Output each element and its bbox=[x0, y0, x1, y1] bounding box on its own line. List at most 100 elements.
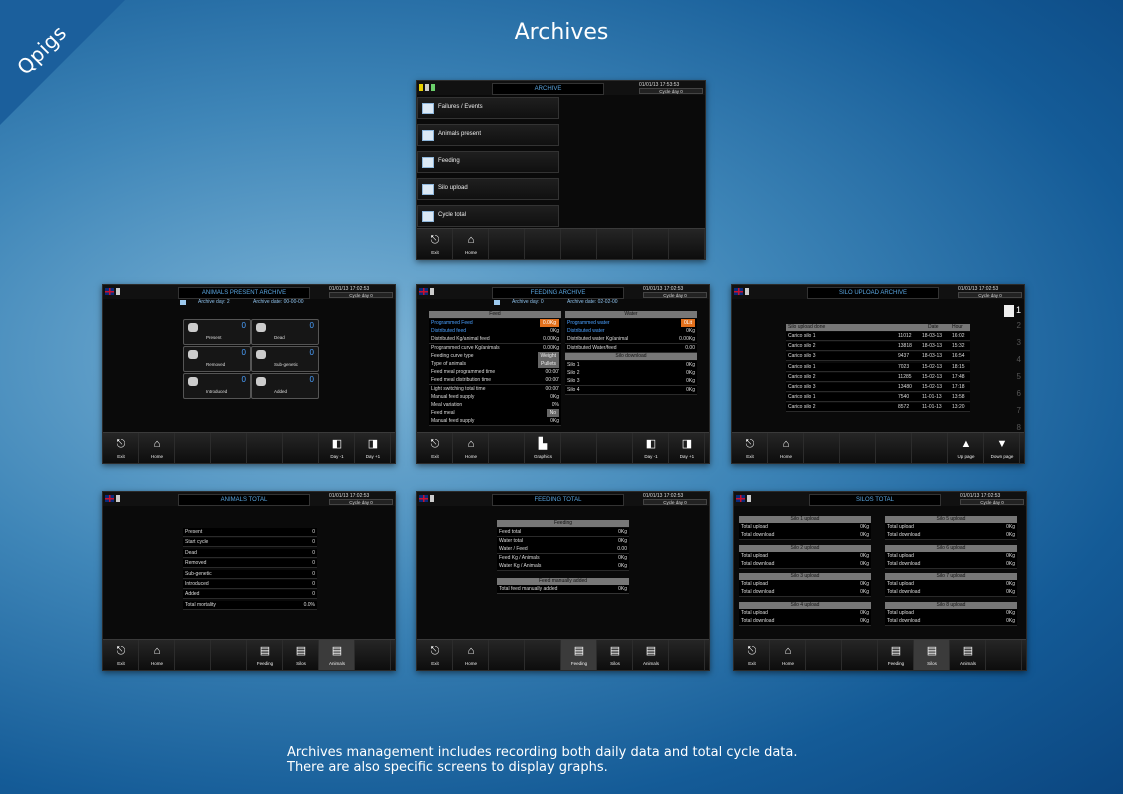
row-value: 0.00 bbox=[685, 344, 695, 351]
uk-flag-icon[interactable] bbox=[105, 495, 114, 502]
row-value: 0Kg bbox=[550, 418, 559, 425]
toolbar-slot bbox=[489, 433, 525, 463]
row-label: Water total bbox=[499, 537, 523, 544]
screen-title: ANIMALS PRESENT ARCHIVE bbox=[178, 287, 310, 299]
feeding-button[interactable]: ▤ Feeding bbox=[561, 640, 597, 670]
tile-label: Added bbox=[274, 389, 288, 394]
home-button[interactable]: ⌂ Home bbox=[768, 433, 804, 463]
animals-button[interactable]: ▤ Animals bbox=[319, 640, 355, 670]
animal-counter-tile: 0 Dead bbox=[251, 319, 319, 345]
toolbar-slot bbox=[840, 433, 876, 463]
row-label: Carico silo 1 bbox=[788, 363, 816, 370]
uk-flag-icon[interactable] bbox=[736, 495, 745, 502]
page-index: 3 bbox=[1016, 338, 1021, 347]
button-label: Up page bbox=[957, 454, 975, 459]
row-label: Silo 4 bbox=[567, 386, 580, 393]
upload-amount: 7023 bbox=[898, 363, 910, 370]
down-page-button[interactable]: ▼ Down page bbox=[984, 433, 1020, 463]
button-label: Silos bbox=[610, 661, 620, 666]
bottom-toolbar: ⎋ Exit ⌂ Home ▤ Feeding ▤ Silos ▤ Animals bbox=[734, 639, 1026, 670]
toolbar-slot bbox=[247, 433, 283, 463]
silos-total-screen: SILOS TOTAL 01/01/13 17:02:53 Cycle day … bbox=[733, 491, 1027, 671]
home-button[interactable]: ⌂ Home bbox=[139, 640, 175, 670]
row-label: Sub-genetic bbox=[185, 570, 212, 577]
row-label: Manual feed supply bbox=[431, 393, 475, 400]
row-label: Water Kg / Animals bbox=[499, 563, 542, 570]
silos-button[interactable]: ▤ Silos bbox=[283, 640, 319, 670]
row-value: 0Kg bbox=[860, 532, 869, 538]
exit-button[interactable]: ⎋ Exit bbox=[734, 640, 770, 670]
col-header: Silo upload done bbox=[788, 324, 826, 330]
silo-upload-row: Carico silo 1 11012 18-03-13 16:02 bbox=[786, 332, 970, 341]
exit-icon: ⎋ bbox=[116, 438, 126, 450]
row-label: Carico silo 3 bbox=[788, 353, 816, 360]
uk-flag-icon[interactable] bbox=[419, 495, 428, 502]
home-button[interactable]: ⌂ Home bbox=[139, 433, 175, 463]
button-label: Exit bbox=[431, 250, 439, 255]
row-value: 0Kg bbox=[618, 586, 627, 592]
home-button[interactable]: ⌂ Home bbox=[453, 229, 489, 259]
upload-hour: 13:58 bbox=[952, 394, 965, 401]
uk-flag-icon[interactable] bbox=[419, 288, 428, 295]
row-label: Distributed water Kg/animal bbox=[567, 336, 629, 343]
toolbar-slot bbox=[842, 640, 878, 670]
day-1-button[interactable]: ◧ Day -1 bbox=[633, 433, 669, 463]
row-label: Total download bbox=[887, 617, 921, 624]
upload-date: 18-03-13 bbox=[922, 333, 943, 339]
row-value: 0Kg bbox=[860, 524, 869, 530]
exit-button[interactable]: ⎋ Exit bbox=[732, 433, 768, 463]
toolbar-slot bbox=[597, 433, 633, 463]
home-button[interactable]: ⌂ Home bbox=[453, 433, 489, 463]
menu-item[interactable]: Silo upload bbox=[417, 178, 559, 200]
exit-button[interactable]: ⎋ Exit bbox=[417, 229, 453, 259]
row-value: 0Kg bbox=[618, 563, 627, 570]
silos-button[interactable]: ▤ Silos bbox=[914, 640, 950, 670]
silo-header: Silo 6 upload bbox=[885, 544, 1017, 552]
cycle-day: Cycle day 0 bbox=[643, 292, 707, 298]
animals-button[interactable]: ▤ Animals bbox=[633, 640, 669, 670]
row-value: No bbox=[546, 409, 559, 418]
row-label: Dead bbox=[185, 549, 197, 556]
menu-item[interactable]: Feeding bbox=[417, 151, 559, 173]
toolbar-slot bbox=[211, 433, 247, 463]
graphics-button[interactable]: ▙ Graphics bbox=[525, 433, 561, 463]
row-value: 0Kg bbox=[1006, 617, 1015, 624]
row-label: Distributed water bbox=[567, 328, 605, 335]
day-1-button[interactable]: ◧ Day -1 bbox=[319, 433, 355, 463]
row-label: Feed meal programmed time bbox=[431, 369, 496, 376]
exit-button[interactable]: ⎋ Exit bbox=[103, 640, 139, 670]
calendar-icon bbox=[180, 300, 186, 305]
datetime-box: 01/01/13 17:02:53 Cycle day 0 bbox=[329, 286, 393, 298]
toolbar-slot bbox=[806, 640, 842, 670]
upload-hour: 15:32 bbox=[952, 343, 965, 350]
animals-button[interactable]: ▤ Animals bbox=[950, 640, 986, 670]
uk-flag-icon[interactable] bbox=[734, 288, 743, 295]
menu-item[interactable]: Animals present bbox=[417, 124, 559, 146]
animals-present-screen: ANIMALS PRESENT ARCHIVE 01/01/13 17:02:5… bbox=[102, 284, 396, 464]
button-label: Exit bbox=[748, 661, 756, 666]
uk-flag-icon[interactable] bbox=[105, 288, 114, 295]
exit-button[interactable]: ⎋ Exit bbox=[417, 433, 453, 463]
home-button[interactable]: ⌂ Home bbox=[770, 640, 806, 670]
feed-header: Feed bbox=[429, 311, 561, 318]
silos-button[interactable]: ▤ Silos bbox=[597, 640, 633, 670]
row-label: Programmed water bbox=[567, 320, 610, 326]
bottom-toolbar: ⎋ Exit ⌂ Home ▙ Graphics ◧ Day -1 ◨ Day +1 bbox=[417, 432, 709, 463]
exit-button[interactable]: ⎋ Exit bbox=[417, 640, 453, 670]
feeding-button[interactable]: ▤ Feeding bbox=[878, 640, 914, 670]
row-value: 0 bbox=[312, 549, 315, 556]
page-index: 5 bbox=[1016, 372, 1021, 381]
feeding-button[interactable]: ▤ Feeding bbox=[247, 640, 283, 670]
up-page-button[interactable]: ▲ Up page bbox=[948, 433, 984, 463]
exit-button[interactable]: ⎋ Exit bbox=[103, 433, 139, 463]
menu-item[interactable]: Failures / Events bbox=[417, 97, 559, 119]
home-button[interactable]: ⌂ Home bbox=[453, 640, 489, 670]
day-1-button[interactable]: ◨ Day +1 bbox=[669, 433, 705, 463]
table-row: Removed 0 bbox=[183, 559, 317, 569]
toolbar-slot bbox=[283, 433, 319, 463]
cycle-day: Cycle day 0 bbox=[960, 499, 1024, 505]
toolbar-slot bbox=[211, 640, 247, 670]
row-value: 0Kg bbox=[860, 560, 869, 567]
menu-item[interactable]: Cycle total bbox=[417, 205, 559, 227]
day-1-button[interactable]: ◨ Day +1 bbox=[355, 433, 391, 463]
